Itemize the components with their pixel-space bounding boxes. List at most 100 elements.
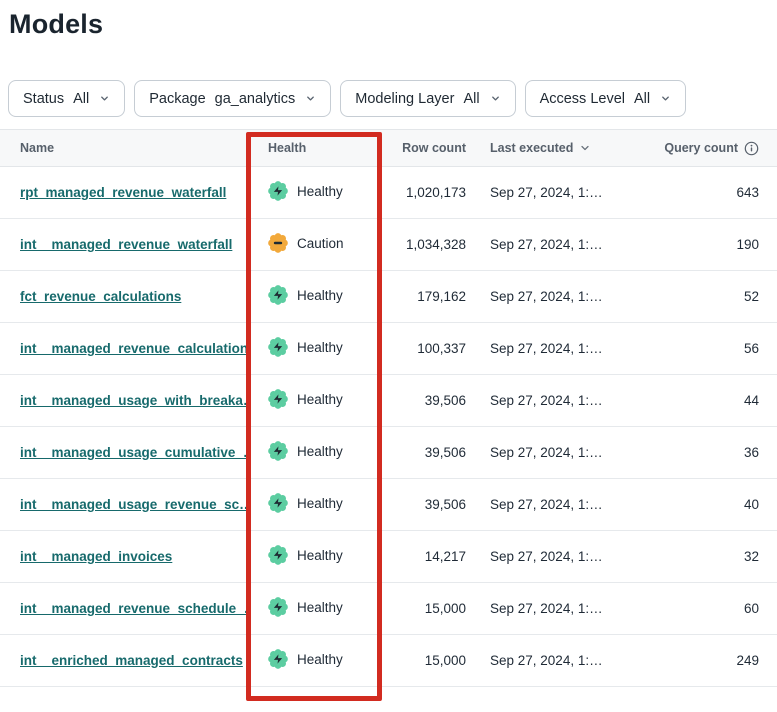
model-link[interactable]: int__managed_usage_revenue_sc… <box>20 497 247 512</box>
health-badge: Healthy <box>268 545 343 565</box>
row-count-value: 15,000 <box>382 601 466 616</box>
health-badge: Healthy <box>268 441 343 461</box>
row-count-value: 39,506 <box>382 393 466 408</box>
row-count-value: 15,000 <box>382 653 466 668</box>
query-count-value: 190 <box>620 237 777 252</box>
row-count-value: 1,034,328 <box>382 237 466 252</box>
last-executed-value: Sep 27, 2024, 1:… <box>466 549 620 564</box>
health-badge: Healthy <box>268 285 343 305</box>
filter-bar: Status All Package ga_analytics Modeling… <box>8 80 777 117</box>
column-header-health: Health <box>247 141 382 155</box>
query-count-value: 56 <box>620 341 777 356</box>
last-executed-value: Sep 27, 2024, 1:… <box>466 237 620 252</box>
query-count-value: 32 <box>620 549 777 564</box>
minus-icon <box>268 233 288 253</box>
last-executed-value: Sep 27, 2024, 1:… <box>466 601 620 616</box>
filter-value: All <box>634 91 650 107</box>
row-count-value: 14,217 <box>382 549 466 564</box>
chevron-down-icon <box>305 93 316 104</box>
row-count-value: 179,162 <box>382 289 466 304</box>
health-status-label: Healthy <box>297 184 343 199</box>
table-body: rpt_managed_revenue_waterfall <box>0 167 777 687</box>
filter-modeling-layer[interactable]: Modeling Layer All <box>340 80 515 117</box>
health-status-label: Healthy <box>297 496 343 511</box>
filter-label: Status <box>23 91 64 107</box>
column-header-label: Last executed <box>490 141 573 155</box>
query-count-value: 643 <box>620 185 777 200</box>
table-row: int__managed_revenue_calculations <box>0 323 777 375</box>
model-link[interactable]: int__managed_revenue_waterfall <box>20 237 232 252</box>
column-header-row-count: Row count <box>382 141 466 155</box>
row-count-value: 1,020,173 <box>382 185 466 200</box>
query-count-value: 44 <box>620 393 777 408</box>
zap-icon <box>268 181 288 201</box>
table-row: rpt_managed_revenue_waterfall <box>0 167 777 219</box>
query-count-value: 249 <box>620 653 777 668</box>
last-executed-value: Sep 27, 2024, 1:… <box>466 445 620 460</box>
model-link[interactable]: int__managed_usage_with_breaka… <box>20 393 247 408</box>
health-status-label: Healthy <box>297 548 343 563</box>
health-status-label: Healthy <box>297 288 343 303</box>
last-executed-value: Sep 27, 2024, 1:… <box>466 185 620 200</box>
model-link[interactable]: fct_revenue_calculations <box>20 289 181 304</box>
zap-icon <box>268 389 288 409</box>
model-link[interactable]: int__managed_revenue_calculations <box>20 341 247 356</box>
table-header: Name Health Row count Last executed Quer… <box>0 129 777 167</box>
filter-value: All <box>73 91 89 107</box>
model-link[interactable]: int__enriched_managed_contracts <box>20 653 243 668</box>
chevron-down-icon <box>660 93 671 104</box>
page-title: Models <box>9 9 777 40</box>
filter-package[interactable]: Package ga_analytics <box>134 80 331 117</box>
query-count-value: 60 <box>620 601 777 616</box>
health-status-label: Caution <box>297 236 344 251</box>
model-link[interactable]: rpt_managed_revenue_waterfall <box>20 185 226 200</box>
table-row: fct_revenue_calculations <box>0 271 777 323</box>
model-link[interactable]: int__managed_usage_cumulative_… <box>20 445 247 460</box>
health-status-label: Healthy <box>297 392 343 407</box>
last-executed-value: Sep 27, 2024, 1:… <box>466 497 620 512</box>
last-executed-value: Sep 27, 2024, 1:… <box>466 653 620 668</box>
health-badge: Healthy <box>268 597 343 617</box>
zap-icon <box>268 493 288 513</box>
zap-icon <box>268 545 288 565</box>
info-icon[interactable] <box>744 141 759 156</box>
filter-access-level[interactable]: Access Level All <box>525 80 687 117</box>
filter-status[interactable]: Status All <box>8 80 125 117</box>
table-row: int__managed_revenue_schedule_… <box>0 583 777 635</box>
model-link[interactable]: int__managed_revenue_schedule_… <box>20 601 247 616</box>
health-badge: Caution <box>268 233 344 253</box>
health-badge: Healthy <box>268 649 343 669</box>
last-executed-value: Sep 27, 2024, 1:… <box>466 393 620 408</box>
chevron-down-icon[interactable] <box>579 142 591 154</box>
table-row: int__managed_usage_revenue_sc… <box>0 479 777 531</box>
health-status-label: Healthy <box>297 444 343 459</box>
health-status-label: Healthy <box>297 600 343 615</box>
row-count-value: 39,506 <box>382 497 466 512</box>
filter-label: Modeling Layer <box>355 91 454 107</box>
column-header-name: Name <box>0 141 247 155</box>
filter-label: Package <box>149 91 205 107</box>
filter-value: ga_analytics <box>215 91 296 107</box>
table-row: int__enriched_managed_contracts <box>0 635 777 687</box>
chevron-down-icon <box>490 93 501 104</box>
health-badge: Healthy <box>268 181 343 201</box>
last-executed-value: Sep 27, 2024, 1:… <box>466 341 620 356</box>
query-count-value: 52 <box>620 289 777 304</box>
health-status-label: Healthy <box>297 652 343 667</box>
row-count-value: 39,506 <box>382 445 466 460</box>
last-executed-value: Sep 27, 2024, 1:… <box>466 289 620 304</box>
model-link[interactable]: int__managed_invoices <box>20 549 172 564</box>
zap-icon <box>268 441 288 461</box>
table-row: int__managed_usage_cumulative_… <box>0 427 777 479</box>
column-header-query-count: Query count <box>620 141 777 156</box>
column-header-label: Query count <box>664 141 738 155</box>
filter-label: Access Level <box>540 91 625 107</box>
health-status-label: Healthy <box>297 340 343 355</box>
query-count-value: 36 <box>620 445 777 460</box>
column-header-last-executed[interactable]: Last executed <box>466 141 620 155</box>
table-row: int__managed_revenue_waterfall <box>0 219 777 271</box>
zap-icon <box>268 649 288 669</box>
zap-icon <box>268 285 288 305</box>
chevron-down-icon <box>99 93 110 104</box>
filter-value: All <box>463 91 479 107</box>
